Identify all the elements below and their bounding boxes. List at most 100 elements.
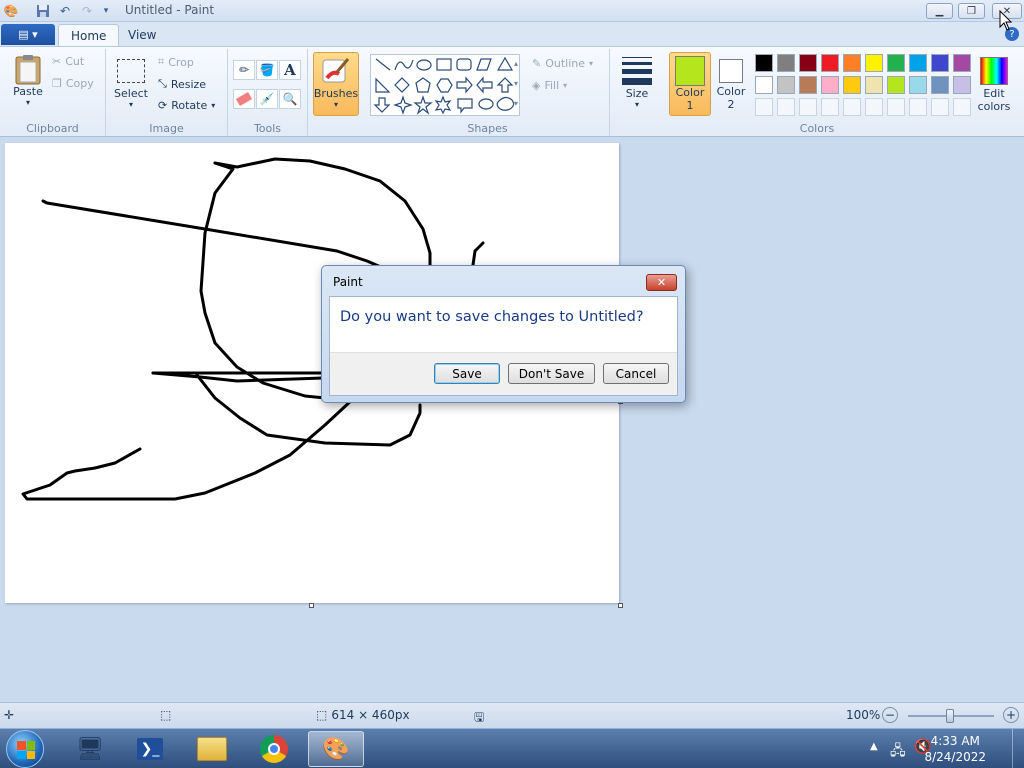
dialog-close-button[interactable]: ✕ [646,274,677,291]
palette-swatch[interactable] [799,76,817,94]
pencil-icon[interactable]: ✏ [233,60,255,80]
file-size-icon: 🖫 [474,710,485,724]
save-button[interactable]: Save [434,363,500,384]
color2-button[interactable]: Color 2 [715,55,747,111]
palette-swatch[interactable] [931,76,949,94]
paint-app-icon[interactable]: 🎨 [3,3,19,19]
taskbar-powershell[interactable]: ❯_ [122,731,178,767]
palette-swatch[interactable] [777,54,795,72]
color1-button[interactable]: Color 1 [669,52,711,116]
palette-swatch[interactable] [909,54,927,72]
palette-swatch[interactable] [909,76,927,94]
palette-swatch[interactable] [887,54,905,72]
show-desktop-button[interactable] [1012,729,1024,768]
magnifier-icon[interactable]: 🔍 [279,89,301,109]
custom-color-slot[interactable] [865,98,883,116]
color2-label-line1: Color [716,85,746,98]
canvas-size: ⬚ 614 × 460px [316,708,410,722]
custom-color-slot[interactable] [931,98,949,116]
copy-button[interactable]: ❐ Copy [52,77,94,90]
network-icon[interactable]: 🖧 [890,740,906,764]
redo-icon[interactable]: ↷ [79,3,95,19]
minimize-button[interactable]: ▁ [926,3,953,19]
size-button[interactable]: Size ▾ [618,55,656,109]
cut-button[interactable]: ✂ Cut [52,55,84,68]
cursor-position-icon: ✛ [4,708,15,722]
taskbar-clock[interactable]: 4:33 AM 8/24/2022 [924,733,986,765]
palette-swatch[interactable] [953,76,971,94]
fill-button[interactable]: ◈ Fill ▾ [532,79,567,92]
taskbar-paint[interactable]: 🎨 [308,731,364,767]
custom-color-slot[interactable] [799,98,817,116]
line-width-icon [621,55,653,87]
clock-time: 4:33 AM [930,734,980,748]
palette-swatch[interactable] [821,76,839,94]
brushes-group: Brushes ▾ [308,49,366,136]
restore-button[interactable]: ❐ [958,3,985,19]
save-quick-icon[interactable] [35,3,51,19]
folder-icon [197,737,227,761]
cancel-button[interactable]: Cancel [603,363,669,384]
color1-label-line2: 1 [686,99,694,112]
resize-handle-corner[interactable] [618,603,623,608]
tab-home[interactable]: Home [58,24,120,46]
palette-swatch[interactable] [931,54,949,72]
canvas-workarea[interactable] [0,137,1024,702]
customize-qat-icon[interactable]: ▾ [98,3,114,19]
canvas-size-value: 614 × 460px [331,708,410,722]
palette-swatch[interactable] [865,54,883,72]
brushes-button[interactable]: Brushes ▾ [313,52,359,116]
zoom-out-button[interactable]: − [882,707,898,723]
palette-swatch[interactable] [843,76,861,94]
text-tool-icon[interactable]: A [279,60,301,80]
palette-swatch[interactable] [799,54,817,72]
zoom-slider-thumb[interactable] [946,709,954,723]
outline-icon: ✎ [532,57,542,70]
dont-save-button[interactable]: Don't Save [508,363,595,384]
taskbar-explorer[interactable] [184,731,240,767]
color-picker-icon[interactable]: 💉 [256,89,278,109]
eraser-icon[interactable] [233,89,255,109]
select-button[interactable]: Select ▾ [112,55,150,109]
outline-button[interactable]: ✎ Outline ▾ [532,57,593,70]
taskbar-chrome[interactable] [246,731,302,767]
edit-colors-button[interactable]: Edit colors [972,55,1016,113]
undo-icon[interactable]: ↶ [57,3,73,19]
crop-button[interactable]: ⌗ Crop [158,55,194,69]
palette-swatch[interactable] [887,76,905,94]
powershell-icon: ❯_ [137,738,163,760]
paste-dropdown-icon: ▾ [25,98,30,107]
custom-color-slot[interactable] [887,98,905,116]
palette-swatch[interactable] [755,76,773,94]
rotate-button[interactable]: ⟳ Rotate ▾ [158,99,215,112]
select-label: Select [114,87,148,100]
custom-color-slot[interactable] [843,98,861,116]
show-hidden-icons[interactable]: ▲ [870,741,878,752]
start-button[interactable] [6,730,44,768]
custom-color-slot[interactable] [909,98,927,116]
custom-color-slot[interactable] [953,98,971,116]
zoom-in-button[interactable]: + [1003,707,1019,723]
palette-swatch[interactable] [777,76,795,94]
brush-icon [320,55,352,87]
custom-color-slot[interactable] [755,98,773,116]
palette-swatch[interactable] [843,54,861,72]
resize-button[interactable]: ⤡ Resize [158,77,206,91]
resize-handle-bottom[interactable] [309,603,314,608]
paste-button[interactable]: Paste ▾ [8,53,48,107]
select-rectangle-icon [115,55,147,87]
shapes-gallery[interactable] [370,54,520,116]
custom-color-slot[interactable] [821,98,839,116]
fill-dropdown-icon: ▾ [563,81,568,90]
tab-view[interactable]: View [116,24,168,46]
custom-color-slot[interactable] [777,98,795,116]
shapes-scroll-icon[interactable]: ▴ ▾ ▾ [514,54,518,114]
palette-swatch[interactable] [755,54,773,72]
palette-swatch[interactable] [953,54,971,72]
palette-swatch[interactable] [821,54,839,72]
palette-swatch[interactable] [865,76,883,94]
taskbar-server-manager[interactable]: 🖥 [62,731,118,767]
application-menu-button[interactable]: ▤ ▾ [1,24,55,45]
menu-icon: ▤ ▾ [18,28,38,41]
fill-bucket-icon[interactable]: 🪣 [256,60,278,80]
